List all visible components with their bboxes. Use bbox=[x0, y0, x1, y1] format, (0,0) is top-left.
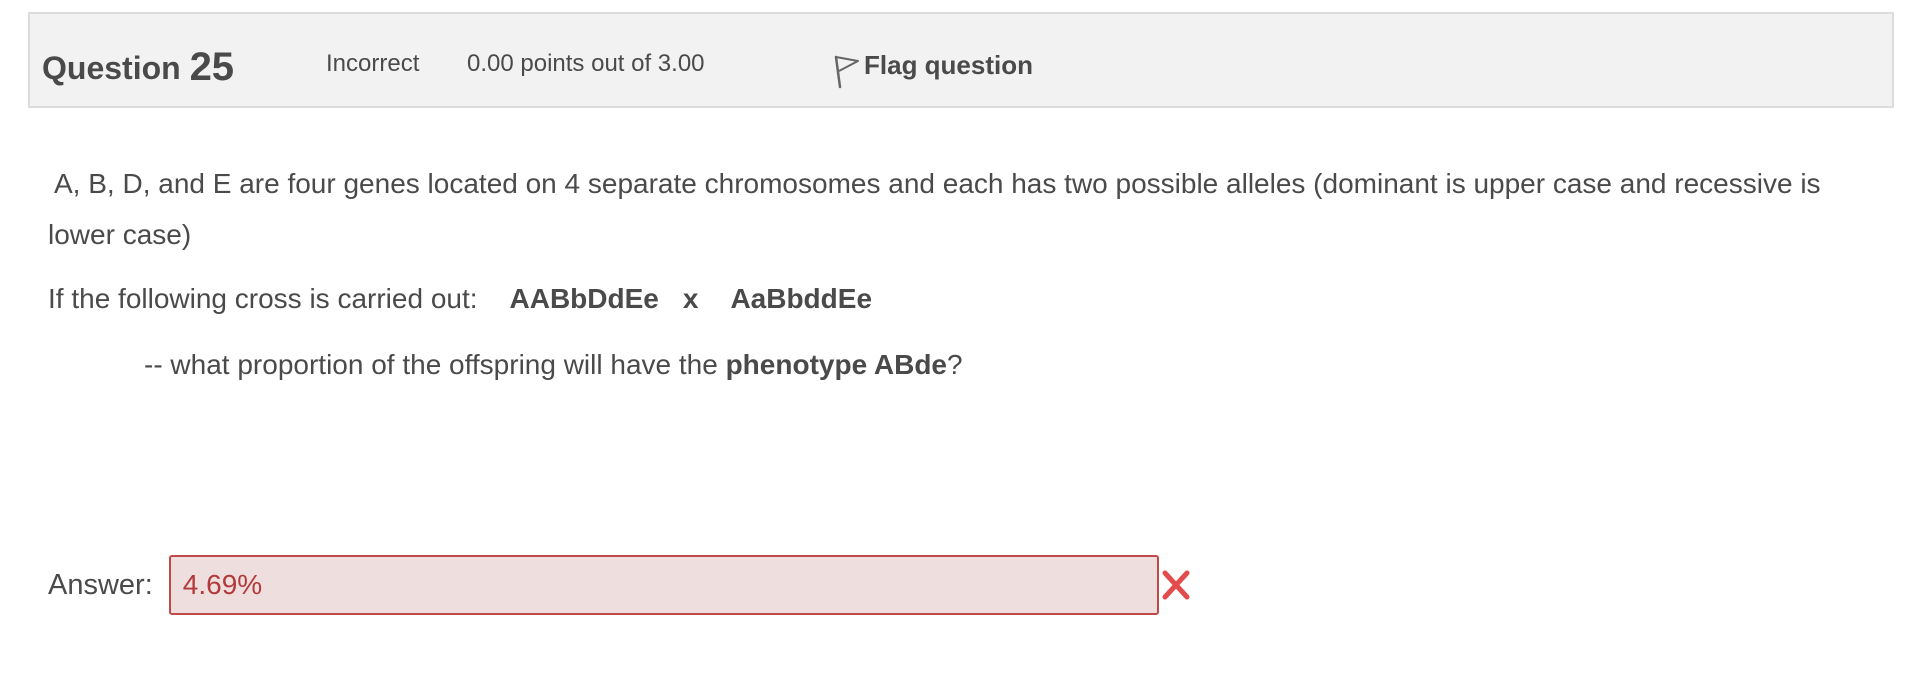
cross-prefix: If the following cross is carried out: bbox=[48, 283, 478, 314]
ask-prefix: -- what proportion of the offspring will… bbox=[144, 349, 726, 380]
flag-icon[interactable] bbox=[830, 51, 864, 91]
incorrect-x-icon bbox=[1161, 569, 1191, 601]
cross-parent-2: AaBbddEe bbox=[730, 283, 873, 314]
answer-label: Answer: bbox=[48, 568, 153, 601]
question-paragraph-ask: -- what proportion of the offspring will… bbox=[48, 339, 1888, 390]
cross-symbol: x bbox=[682, 283, 699, 314]
question-state: Incorrect bbox=[326, 50, 420, 77]
question-title: Question 25 bbox=[42, 44, 234, 89]
question-title-prefix: Question bbox=[42, 50, 181, 86]
question-info-bar: Question 25 Incorrect 0.00 points out of… bbox=[28, 12, 1894, 108]
flag-question-label[interactable]: Flag question bbox=[864, 50, 1033, 81]
answer-row: Answer: bbox=[48, 555, 1191, 615]
question-paragraph-cross: If the following cross is carried out: AA… bbox=[48, 273, 1888, 324]
cross-parent-1: AABbDdEe bbox=[509, 283, 659, 314]
answer-input[interactable] bbox=[168, 555, 1159, 615]
ask-suffix: ? bbox=[947, 349, 963, 380]
question-grade: 0.00 points out of 3.00 bbox=[467, 50, 705, 77]
question-paragraph-intro: A, B, D, and E are four genes located on… bbox=[48, 168, 1821, 250]
flag-question-button[interactable]: Flag question bbox=[830, 45, 1033, 89]
question-text: A, B, D, and E are four genes located on… bbox=[48, 158, 1888, 390]
question-number: 25 bbox=[189, 45, 235, 89]
ask-phenotype: phenotype ABde bbox=[725, 349, 947, 380]
